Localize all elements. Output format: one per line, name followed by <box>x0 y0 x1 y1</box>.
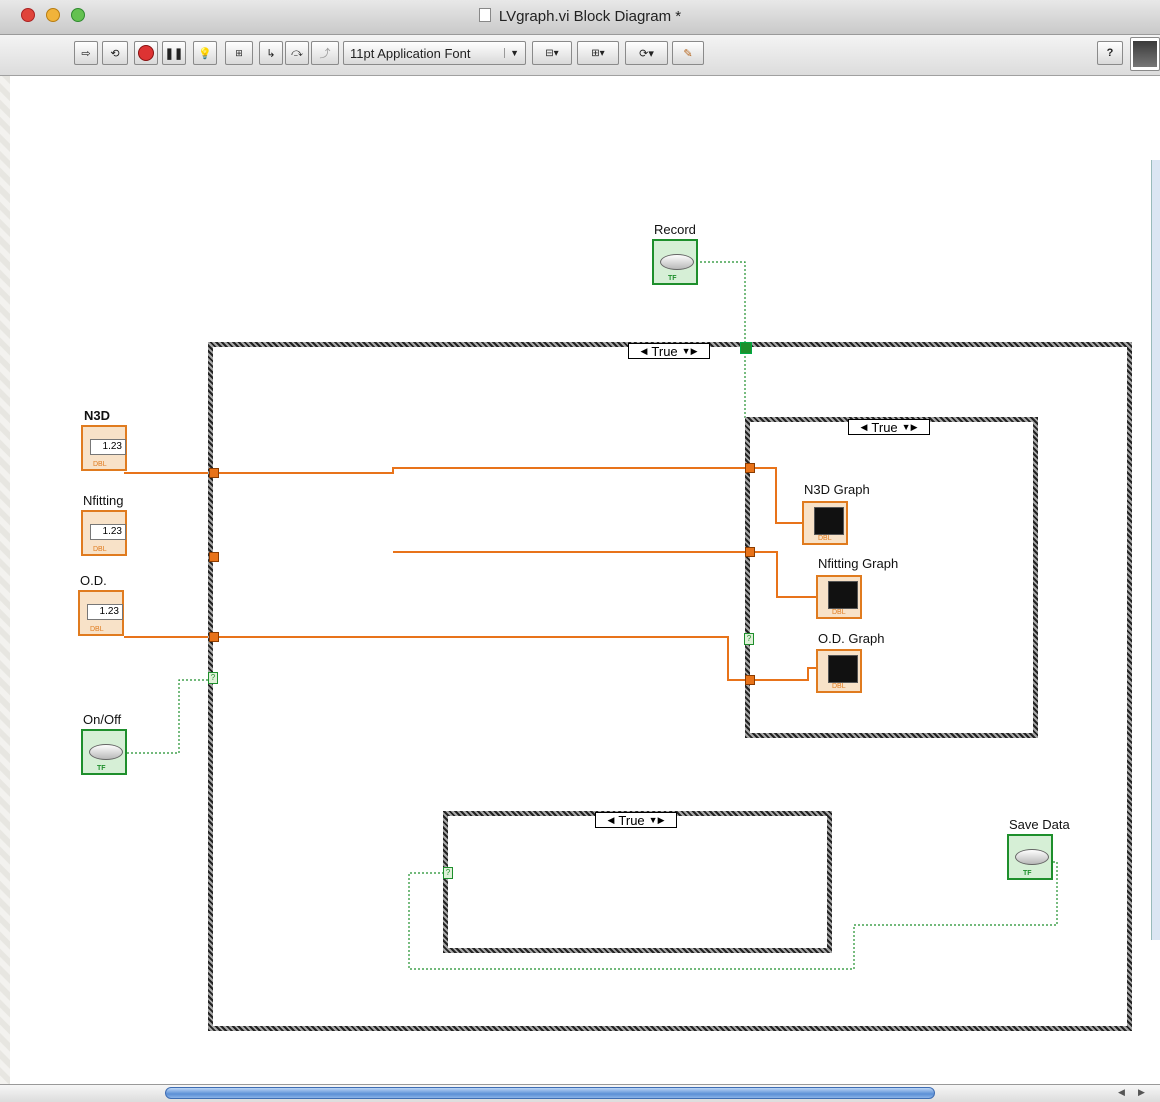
od-control[interactable]: 1.23 DBL <box>78 590 124 636</box>
save-data-type-tag: TF <box>1023 870 1032 877</box>
waveform-graph-icon <box>814 507 844 535</box>
inner-bottom-case-selector-label: True <box>618 812 645 828</box>
boolean-led-icon <box>89 744 123 760</box>
nfitting-type-tag: DBL <box>93 546 107 553</box>
n3d-value: 1.23 <box>90 439 126 455</box>
record-label: Record <box>654 222 696 237</box>
n3d-graph-indicator[interactable]: DBL <box>802 501 848 545</box>
decrement-arrow-icon: ◀ <box>640 345 648 356</box>
onoff-type-tag: TF <box>97 765 106 772</box>
horizontal-scroll-thumb[interactable] <box>165 1087 935 1099</box>
nfitting-label: Nfitting <box>83 493 124 508</box>
inner-top-case-selector-label: True <box>871 419 898 435</box>
case-menu-arrow-icon: ▼▶ <box>648 814 665 825</box>
record-control[interactable]: TF <box>652 239 698 285</box>
decrement-arrow-icon: ◀ <box>607 814 615 825</box>
vertical-scrollbar[interactable] <box>1151 160 1160 940</box>
nfitting-graph-label: Nfitting Graph <box>818 556 899 571</box>
n3d-graph-label: N3D Graph <box>804 482 870 497</box>
tunnel-nfitting[interactable] <box>209 552 219 562</box>
nfitting-graph-indicator[interactable]: DBL <box>816 575 862 619</box>
tunnel-n3d-inner[interactable] <box>745 463 755 473</box>
decrement-arrow-icon: ◀ <box>860 421 868 432</box>
onoff-control[interactable]: TF <box>81 729 127 775</box>
onoff-label: On/Off <box>83 712 122 727</box>
od-value: 1.23 <box>87 604 123 620</box>
waveform-graph-icon <box>828 655 858 683</box>
outer-case-selector-label: True <box>651 343 678 359</box>
tunnel-nfitting-inner[interactable] <box>745 547 755 557</box>
scroll-left-arrow-icon[interactable]: ◀ <box>1118 1087 1125 1098</box>
n3d-label: N3D <box>84 408 111 423</box>
wire-onoff <box>127 679 209 754</box>
n3d-type-tag: DBL <box>93 461 107 468</box>
od-graph-indicator[interactable]: DBL <box>816 649 862 693</box>
inner-bottom-case-selector[interactable]: ◀ True ▼▶ <box>595 812 677 828</box>
scroll-right-arrow-icon[interactable]: ▶ <box>1138 1087 1145 1098</box>
case-menu-arrow-icon: ▼▶ <box>681 345 698 356</box>
od-graph-type-tag: DBL <box>832 683 846 690</box>
save-data-control[interactable]: TF <box>1007 834 1053 880</box>
nfitting-control[interactable]: 1.23 DBL <box>81 510 127 556</box>
outer-case-selector[interactable]: ◀ True ▼▶ <box>628 343 710 359</box>
tunnel-record[interactable] <box>740 342 752 354</box>
inner-top-case-structure[interactable] <box>745 417 1038 738</box>
tunnel-n3d[interactable] <box>209 468 219 478</box>
selector-terminal-outer[interactable]: ? <box>208 672 218 684</box>
tunnel-od-inner[interactable] <box>745 675 755 685</box>
nfitting-graph-type-tag: DBL <box>832 609 846 616</box>
tunnel-od[interactable] <box>209 632 219 642</box>
save-data-label: Save Data <box>1009 817 1070 832</box>
od-type-tag: DBL <box>90 626 104 633</box>
boolean-led-icon <box>660 254 694 270</box>
n3d-graph-type-tag: DBL <box>818 535 832 542</box>
waveform-graph-icon <box>828 581 858 609</box>
od-label: O.D. <box>80 573 107 588</box>
horizontal-scrollbar[interactable]: ◀ ▶ <box>0 1084 1160 1102</box>
record-type-tag: TF <box>668 275 677 282</box>
case-menu-arrow-icon: ▼▶ <box>901 421 918 432</box>
od-graph-label: O.D. Graph <box>818 631 885 646</box>
wire-record <box>700 261 746 345</box>
n3d-control[interactable]: 1.23 DBL <box>81 425 127 471</box>
inner-bottom-case-structure[interactable] <box>443 811 832 953</box>
selector-terminal-inner-top[interactable]: ? <box>744 633 754 645</box>
selector-terminal-inner-bottom[interactable]: ? <box>443 867 453 879</box>
nfitting-value: 1.23 <box>90 524 126 540</box>
boolean-led-icon <box>1015 849 1049 865</box>
inner-top-case-selector[interactable]: ◀ True ▼▶ <box>848 419 930 435</box>
